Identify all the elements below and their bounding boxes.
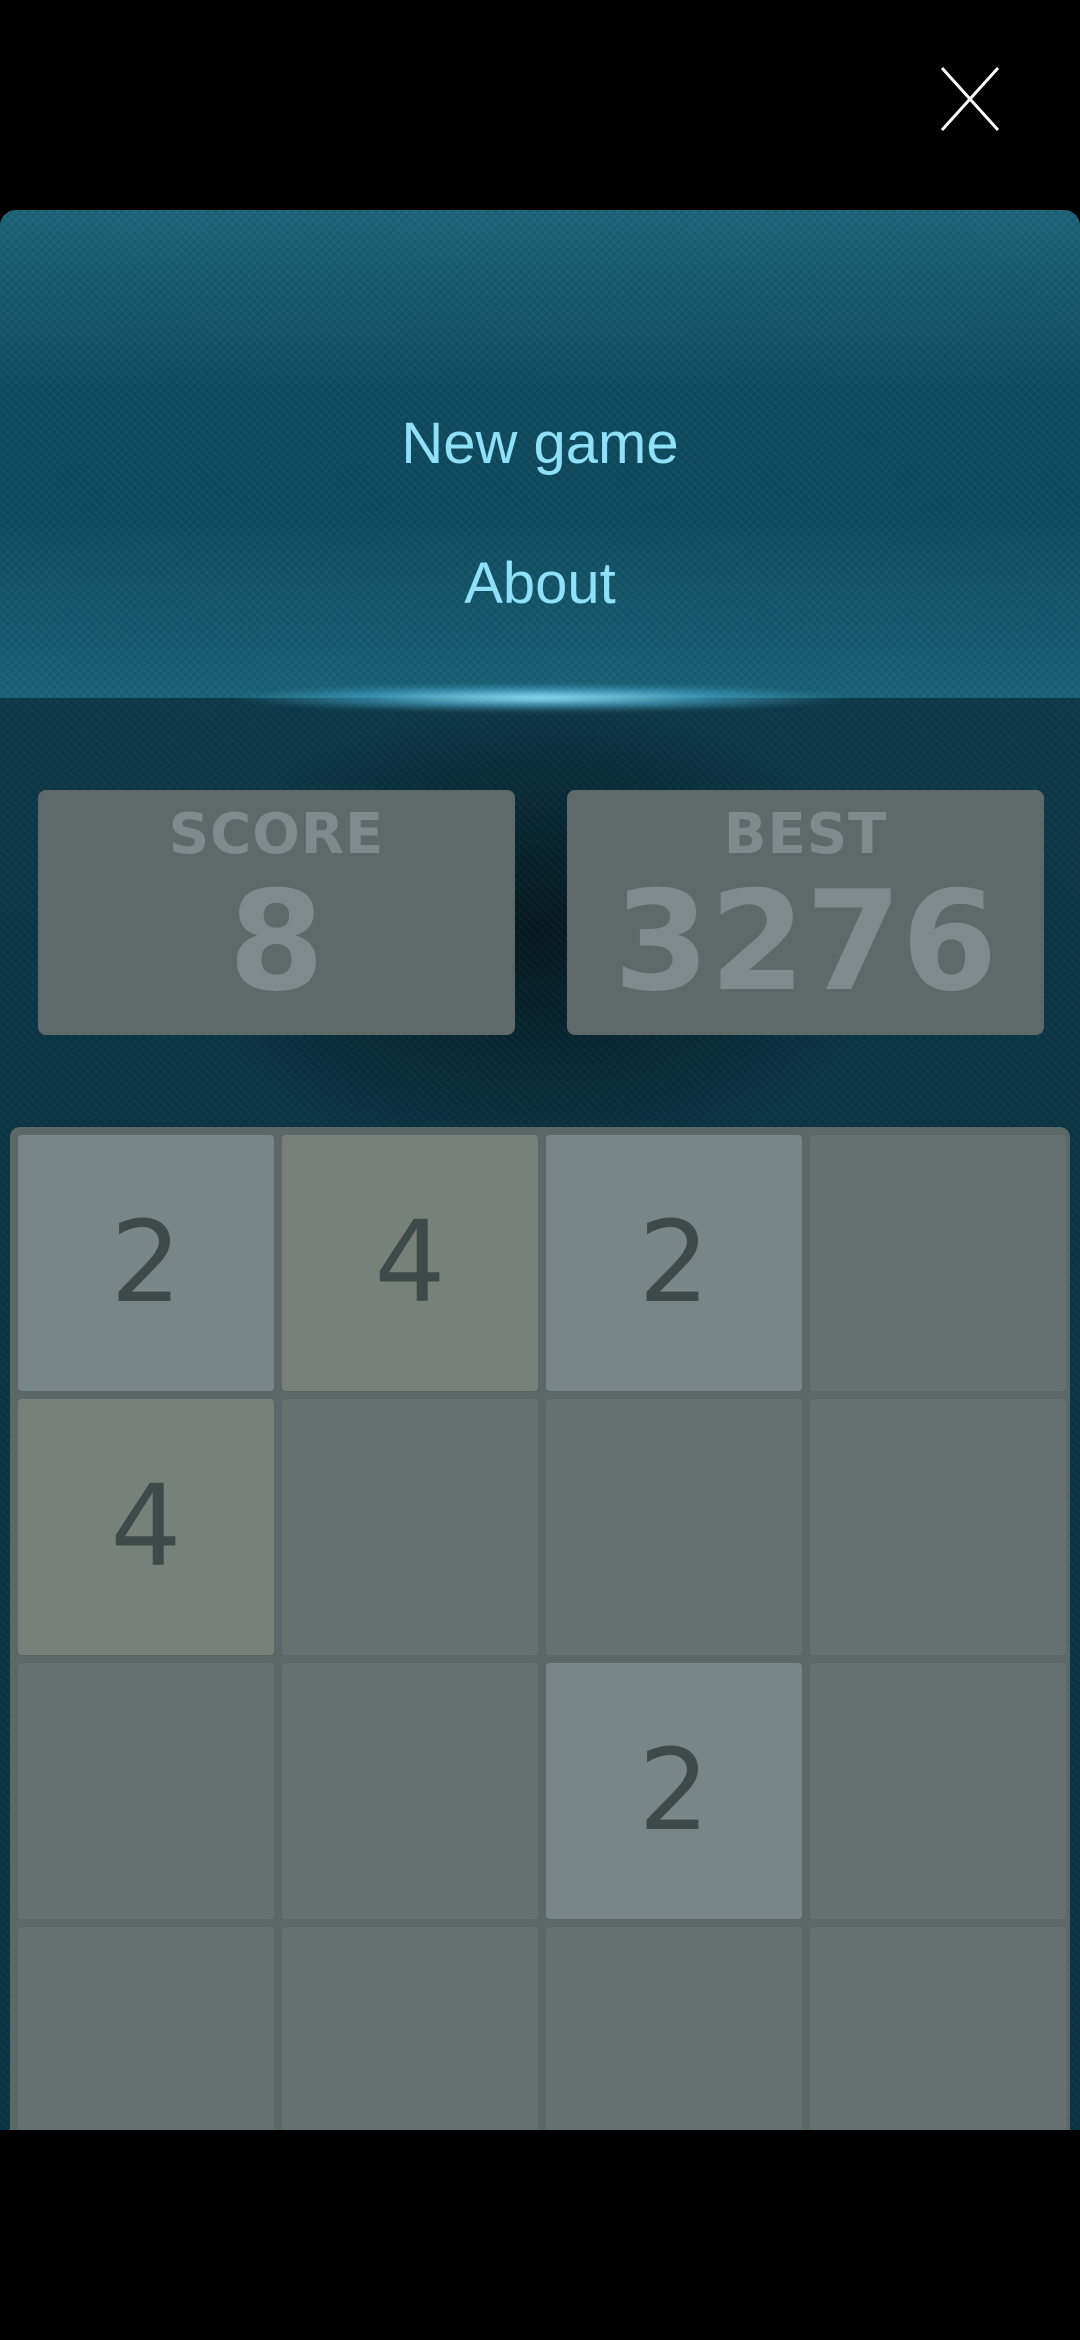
game-board[interactable]: 24242 [10,1127,1070,2130]
empty-cell [546,1927,802,2130]
empty-cell [18,1663,274,1919]
menu-glow-divider [150,680,930,716]
empty-cell [18,1927,274,2130]
empty-cell [546,1399,802,1655]
empty-cell [810,1135,1066,1391]
menu-item-new-game[interactable]: New game [0,410,1080,477]
close-icon [940,66,1000,132]
tile: 2 [18,1135,274,1391]
empty-cell [282,1927,538,2130]
best-score-box: BEST 3276 [567,790,1044,1035]
score-value: 8 [228,861,325,1022]
tile: 2 [546,1663,802,1919]
empty-cell [810,1927,1066,2130]
menu-item-about[interactable]: About [0,550,1080,617]
empty-cell [810,1399,1066,1655]
best-label: BEST [723,802,888,867]
app-screen: New game About SCORE 8 BEST 3276 24242 [0,0,1080,2340]
empty-cell [282,1663,538,1919]
score-box: SCORE 8 [38,790,515,1035]
empty-cell [810,1663,1066,1919]
tile: 2 [546,1135,802,1391]
score-label: SCORE [168,802,385,867]
tile: 4 [282,1135,538,1391]
tile: 4 [18,1399,274,1655]
close-button[interactable] [930,62,1010,142]
best-value: 3276 [613,861,998,1022]
empty-cell [282,1399,538,1655]
